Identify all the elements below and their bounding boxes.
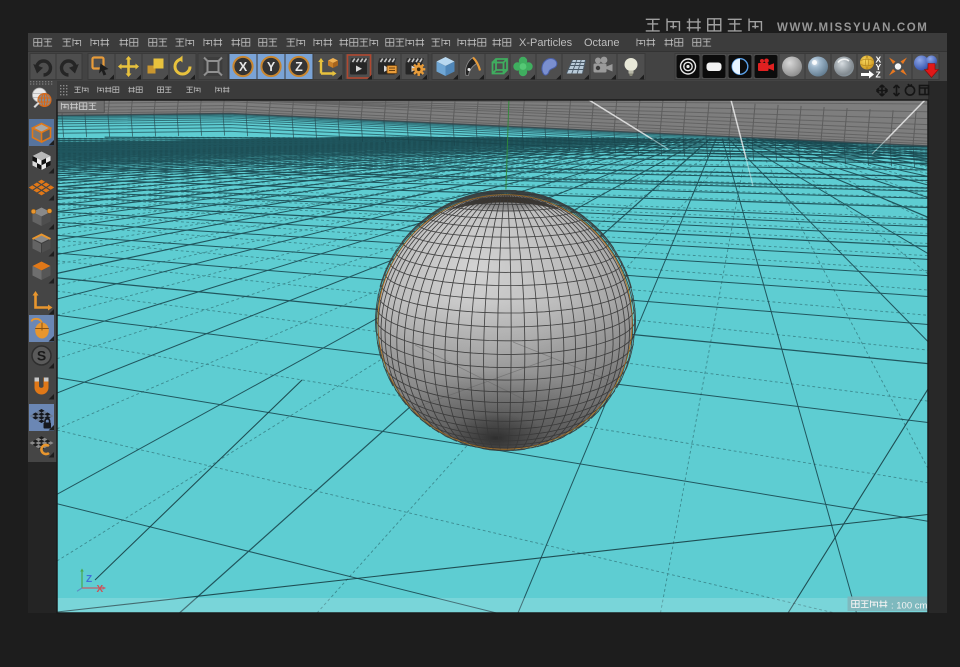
svg-text:X-Particles: X-Particles xyxy=(519,37,573,49)
svg-text:Z: Z xyxy=(295,60,303,74)
svg-text:Y: Y xyxy=(267,60,276,74)
svg-text:S: S xyxy=(37,348,46,364)
svg-text:Z: Z xyxy=(86,574,92,585)
svg-text:X: X xyxy=(97,584,104,595)
svg-text:Z: Z xyxy=(876,70,881,80)
svg-text:WWW.MISSYUAN.COM: WWW.MISSYUAN.COM xyxy=(777,22,928,34)
svg-text:X: X xyxy=(239,60,248,74)
svg-text:Octane: Octane xyxy=(584,37,619,49)
svg-text:: 100 cm: : 100 cm xyxy=(891,601,928,612)
